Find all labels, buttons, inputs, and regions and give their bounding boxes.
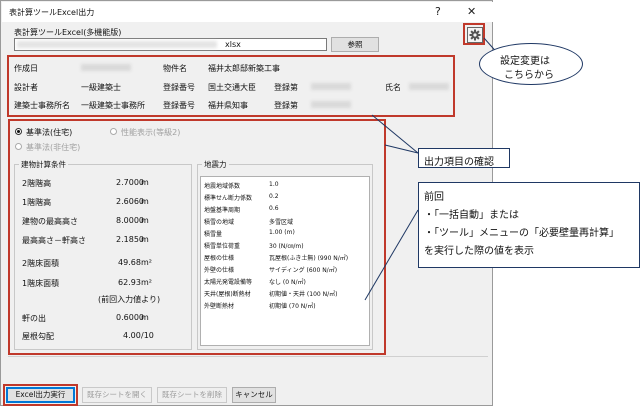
settings-callout: 設定変更は こちらから xyxy=(479,43,583,85)
previous-callout-line2: ・「一括自動」または xyxy=(424,210,519,221)
previous-values-callout: 前回 ・「一括自動」または ・「ツール」メニューの「必要壁量再計算」 を実行した… xyxy=(418,182,640,268)
output-items-callout-text: 出力項目の確認 xyxy=(424,157,494,168)
previous-callout-line3: ・「ツール」メニューの「必要壁量再計算」 xyxy=(424,228,619,239)
output-items-callout: 出力項目の確認 xyxy=(418,148,510,168)
settings-callout-line1: 設定変更は xyxy=(500,56,550,67)
settings-callout-line2: こちらから xyxy=(504,70,554,81)
previous-callout-line4: を実行した際の値を表示 xyxy=(424,246,534,257)
previous-callout-line xyxy=(364,209,419,301)
previous-callout-line1: 前回 xyxy=(424,192,444,203)
